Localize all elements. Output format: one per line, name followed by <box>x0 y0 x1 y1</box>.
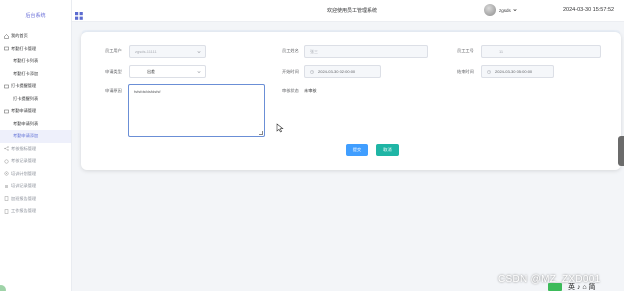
sidebar-item-label: 打卡提醒管理 <box>11 83 37 89</box>
review-status-label: 审核状态 <box>282 88 299 93</box>
end-time-picker[interactable]: 2024-03-30 05:00:00 <box>481 65 554 78</box>
tray-logo-icon <box>548 283 562 291</box>
resize-handle-icon[interactable] <box>259 131 263 135</box>
sidebar-item-training-plan[interactable]: 培训计划管理 <box>0 168 71 181</box>
employee-name-value: 张三 <box>310 48 318 54</box>
sidebar-item-label: 培训记录管理 <box>11 183 37 189</box>
menu-icon <box>4 109 9 114</box>
sidebar-item-attendance-apply-add[interactable]: 考勤申请添加 <box>0 130 71 143</box>
tray-text: 英 ♪ ⌂ 简 <box>568 284 596 291</box>
sidebar-item-label: 考核记录管理 <box>11 158 37 164</box>
sidebar-item-label: 考勤打卡添加 <box>13 70 39 76</box>
end-time-label: 结束时间 <box>457 69 474 74</box>
sidebar-item-label: 考勤申请管理 <box>11 108 37 114</box>
sidebar-item-work-report[interactable]: 工作报告管理 <box>0 205 71 218</box>
sidebar-item-attendance-clock-list[interactable]: 考勤打卡列表 <box>0 55 71 68</box>
sidebar-item-label: 打卡提醒列表 <box>13 95 39 101</box>
apply-type-value: 出差 <box>147 68 155 74</box>
document-icon <box>4 196 9 201</box>
sidebar-item-label: 考勤申请添加 <box>13 133 39 139</box>
clock-icon <box>487 69 491 74</box>
employee-name-field[interactable]: 张三 <box>304 45 428 58</box>
username: zgsds <box>499 7 511 13</box>
chevron-down-icon <box>197 70 201 74</box>
review-status-value: 未审核 <box>304 88 317 93</box>
sidebar-item-label: 加班报告管理 <box>11 195 37 201</box>
employee-user-select[interactable]: zgsds-11111 <box>129 45 206 58</box>
sidebar-item-label: 考勤打卡管理 <box>11 45 37 51</box>
chevron-down-icon <box>197 50 201 54</box>
sidebar-item-training-record[interactable]: 培训记录管理 <box>0 180 71 193</box>
page-title: 欢迎使用员工管理系统 <box>327 8 378 14</box>
apply-type-label: 申请类型 <box>105 69 122 74</box>
menu-icon <box>4 84 9 89</box>
grid-menu-icon[interactable] <box>75 7 83 20</box>
submit-button[interactable]: 提交 <box>346 144 368 156</box>
datetime-display: 2024-03-30 15:57:52 <box>563 7 615 13</box>
sidebar-item-home[interactable]: 我的首页 <box>0 30 71 43</box>
sidebar-item-assessment[interactable]: 考核记录管理 <box>0 155 71 168</box>
start-time-label: 开始时间 <box>282 69 299 74</box>
employee-no-value: 11 <box>499 49 504 54</box>
sidebar-item-attendance-apply[interactable]: 考勤申请管理 <box>0 105 71 118</box>
end-time-value: 2024-03-30 05:00:00 <box>495 69 533 74</box>
share-icon <box>4 146 9 151</box>
reason-textarea[interactable]: fsfsfdsfdsfdsfsf <box>128 84 265 137</box>
sidebar-item-label: 考勤申请列表 <box>13 120 39 126</box>
employee-name-label: 员工姓名 <box>282 48 299 53</box>
sidebar-item-clock-reminder[interactable]: 打卡提醒管理 <box>0 80 71 93</box>
sidebar-item-attendance-clock[interactable]: 考勤打卡管理 <box>0 43 71 56</box>
document-icon <box>4 209 9 214</box>
mouse-cursor-icon <box>276 120 284 133</box>
sidebar-item-label: 考勤打卡列表 <box>13 58 39 64</box>
system-tray: 英 ♪ ⌂ 简 <box>548 283 624 291</box>
sidebar-item-label: 考核指标管理 <box>11 145 37 151</box>
employee-no-label: 员工工号 <box>457 48 474 53</box>
sidebar-item-label: 我的首页 <box>11 33 28 39</box>
sidebar-item-attendance-apply-list[interactable]: 考勤申请列表 <box>0 118 71 131</box>
scrollbar-handle[interactable] <box>618 136 624 166</box>
employee-user-label: 员工用户 <box>105 48 122 53</box>
cancel-button[interactable]: 取消 <box>376 144 399 156</box>
home-icon <box>4 33 9 39</box>
sidebar-item-kpi[interactable]: 考核指标管理 <box>0 143 71 156</box>
sidebar-item-label: 培训计划管理 <box>11 170 37 176</box>
sidebar-item-label: 工作报告管理 <box>11 208 37 214</box>
target-icon <box>4 171 9 176</box>
sidebar-brand: 后台系统 <box>25 12 46 19</box>
list-icon <box>4 184 9 189</box>
avatar <box>484 4 496 16</box>
chat-icon <box>4 159 9 164</box>
sidebar-item-overtime[interactable]: 加班报告管理 <box>0 193 71 206</box>
chevron-down-icon <box>513 8 517 13</box>
employee-no-field[interactable]: 11 <box>481 45 601 58</box>
apply-type-select[interactable]: 出差 <box>129 65 206 78</box>
sidebar: 后台系统 我的首页 考勤打卡管理 考勤打卡列表 考勤打卡添加 打卡提醒管理 打卡… <box>0 0 72 291</box>
app-root: 后台系统 我的首页 考勤打卡管理 考勤打卡列表 考勤打卡添加 打卡提醒管理 打卡… <box>0 0 624 291</box>
sidebar-item-attendance-clock-add[interactable]: 考勤打卡添加 <box>0 68 71 81</box>
start-time-value: 2024-03-30 02:00:00 <box>318 69 356 74</box>
user-menu[interactable]: zgsds <box>484 4 517 16</box>
clock-icon <box>310 69 314 74</box>
top-header: 欢迎使用员工管理系统 zgsds 2024-03-30 15:57:52 <box>72 0 624 22</box>
sidebar-item-clock-reminder-list[interactable]: 打卡提醒列表 <box>0 93 71 106</box>
menu-icon <box>4 46 9 51</box>
reason-value: fsfsfdsfdsfdsfsf <box>134 89 161 94</box>
reason-label: 申请原因 <box>105 88 122 93</box>
start-time-picker[interactable]: 2024-03-30 02:00:00 <box>304 65 381 78</box>
employee-user-value: zgsds-11111 <box>135 49 157 54</box>
